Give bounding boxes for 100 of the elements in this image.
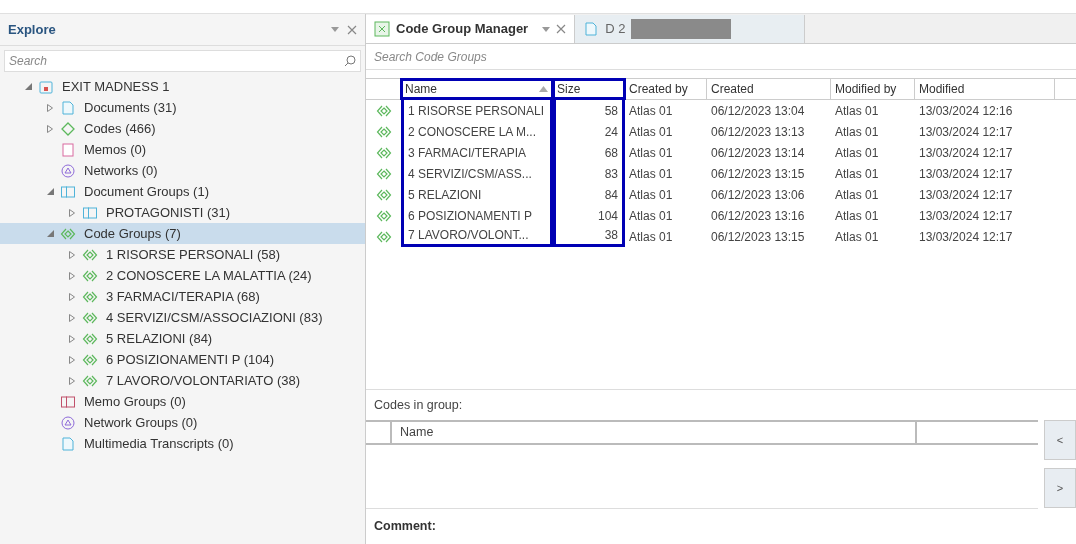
column-header[interactable]: Created by [625,79,707,99]
table-cell-text: 06/12/2023 13:04 [710,102,806,120]
collapsed-arrow-icon[interactable] [69,376,75,385]
tree-item[interactable]: 2 CONOSCERE LA MALATTIA (24) [0,265,365,286]
tree-label: Codes (466) [84,119,156,138]
tree-label: 5 RELAZIONI (84) [106,329,213,348]
table-cell-text: 06/12/2023 13:06 [710,186,806,204]
tree-label: Memos (0) [84,140,147,159]
tree-label: Document Groups (1) [84,182,209,201]
table-cell: 3 FARMACI/TERAPIA [401,142,553,163]
transcript-icon [60,435,76,452]
tree-label: 4 SERVIZI/CSM/ASSOCIAZIONI (83) [106,308,323,327]
tree-item[interactable]: 4 SERVIZI/CSM/ASSOCIAZIONI (83) [0,307,365,328]
collapsed-arrow-icon[interactable] [69,292,75,301]
search-field[interactable]: Search [9,52,344,70]
tree-item[interactable]: 6 POSIZIONAMENTI P (104) [0,349,365,370]
tree-item[interactable]: Network Groups (0) [0,412,365,433]
table-cell-text: Atlas 01 [628,186,674,204]
table-cell-text: 13/03/2024 12:17 [918,144,1014,162]
column-header[interactable]: Name [401,79,553,99]
tab-label: D 2 [605,20,626,39]
table-cell-text: Atlas 01 [834,144,880,162]
table-cell: 58 [553,100,625,121]
sort-arrow-icon[interactable] [539,86,548,92]
tree-item[interactable]: 7 LAVORO/VOLONTARIATO (38) [0,370,365,391]
table-cell-text: 06/12/2023 13:16 [710,207,806,225]
table-cell-text: 06/12/2023 13:15 [710,228,806,246]
collapsed-arrow-icon[interactable] [69,313,75,322]
column-header[interactable]: Name [392,422,917,444]
table-cell-text: 06/12/2023 13:13 [710,123,806,141]
close-icon[interactable] [347,24,357,35]
table-cell-text: Atlas 01 [834,123,880,141]
tree-item[interactable]: Memo Groups (0) [0,391,365,412]
table-cell-text: Atlas 01 [628,207,674,225]
tree-item[interactable]: Documents (31) [0,97,365,118]
tree-item[interactable]: Code Groups (7) [0,223,365,244]
table-cell-text: 06/12/2023 13:14 [710,144,806,162]
tree-label: 1 RISORSE PERSONALI (58) [106,245,281,264]
expanded-arrow-icon[interactable] [46,188,54,195]
collapsed-arrow-icon[interactable] [69,271,75,280]
move-button[interactable]: > [1044,468,1076,509]
tree-label: Multimedia Transcripts (0) [84,434,234,453]
search-icon[interactable] [344,55,356,67]
tree-item[interactable]: Codes (466) [0,118,365,139]
table-cell: 83 [553,163,625,184]
tree-label: Documents (31) [84,98,177,117]
tree-label: Networks (0) [84,161,158,180]
table-cell: 6 POSIZIONAMENTI P [401,205,553,226]
dropdown-icon[interactable] [331,27,339,32]
collapsed-arrow-icon[interactable] [69,208,75,217]
tab[interactable]: D 2 [575,15,806,43]
tree-label: EXIT MADNESS 1 [62,77,170,96]
tree-item[interactable]: Multimedia Transcripts (0) [0,433,365,454]
dropdown-icon[interactable] [542,26,551,32]
tree-item[interactable]: 3 FARMACI/TERAPIA (68) [0,286,365,307]
table-cell: 2 CONOSCERE LA M... [401,121,553,142]
document-group-icon [82,204,98,221]
collapsed-arrow-icon[interactable] [47,103,53,112]
tree-item[interactable]: 1 RISORSE PERSONALI (58) [0,244,365,265]
search-box[interactable]: Search [4,50,361,72]
table-cell: 24 [553,121,625,142]
expanded-arrow-icon[interactable] [24,83,32,90]
collapsed-arrow-icon[interactable] [69,355,75,364]
table-cell-text: Atlas 01 [628,102,674,120]
collapsed-arrow-icon[interactable] [69,334,75,343]
tree-item[interactable]: 5 RELAZIONI (84) [0,328,365,349]
table-cell-text: Atlas 01 [628,144,674,162]
column-header[interactable]: Modified [915,79,1055,99]
tree-item[interactable]: Document Groups (1) [0,181,365,202]
tree-item[interactable]: PROTAGONISTI (31) [0,202,365,223]
network-group-icon [60,414,76,431]
table-cell: 4 SERVIZI/CSM/ASS... [401,163,553,184]
project-icon [38,78,54,95]
tree-label: 6 POSIZIONAMENTI P (104) [106,350,275,369]
table-cell-text: Atlas 01 [628,123,674,141]
document-icon [60,99,76,116]
tree-label: Network Groups (0) [84,413,198,432]
table-cell-text: Atlas 01 [834,186,880,204]
column-header[interactable]: Size [553,79,625,99]
close-icon[interactable] [556,24,567,34]
tab[interactable]: Code Group Manager [366,15,576,43]
tree-item[interactable]: Memos (0) [0,139,365,160]
document-group-icon [60,183,76,200]
column-header[interactable]: Created [707,79,831,99]
expanded-arrow-icon[interactable] [46,230,54,237]
table-cell-text: 13/03/2024 12:16 [918,102,1014,120]
tree-label: Memo Groups (0) [84,392,186,411]
collapsed-arrow-icon[interactable] [69,250,75,259]
collapsed-arrow-icon[interactable] [47,124,53,133]
search-field[interactable]: Search Code Groups [374,47,1068,66]
table-cell-text: Atlas 01 [834,207,880,225]
tree-item[interactable]: Networks (0) [0,160,365,181]
column-header[interactable]: Modified by [831,79,915,99]
move-button[interactable]: < [1044,420,1076,461]
tree-item[interactable]: EXIT MADNESS 1 [0,76,365,97]
table-cell-text: 13/03/2024 12:17 [918,228,1014,246]
table-cell: 84 [553,184,625,205]
table-cell: 68 [553,142,625,163]
tree-label: 3 FARMACI/TERAPIA (68) [106,287,260,306]
network-icon [60,162,76,179]
